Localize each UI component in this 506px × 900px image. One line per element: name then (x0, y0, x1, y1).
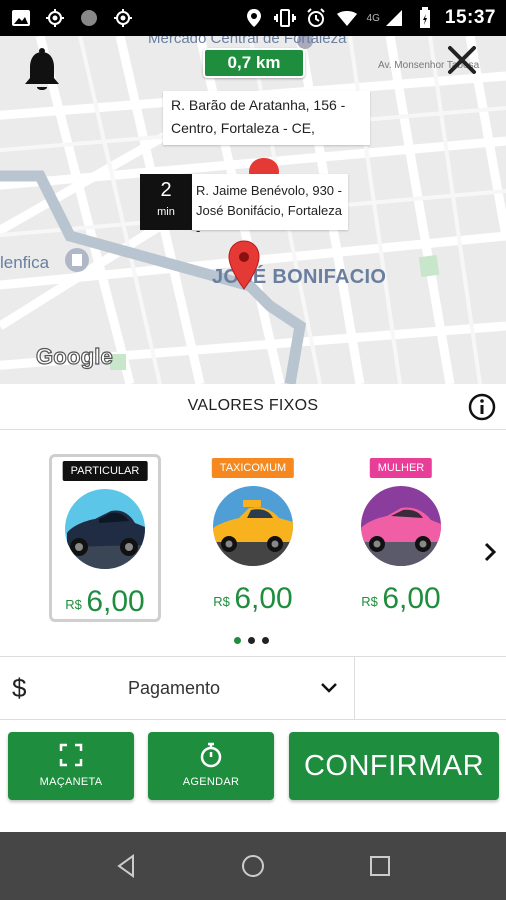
distance-badge: 0,7 km (203, 48, 305, 78)
home-icon[interactable] (239, 852, 267, 880)
vehicle-label: MULHER (369, 458, 433, 478)
fixed-prices-header: VALORES FIXOS (0, 384, 506, 430)
vehicle-carousel[interactable]: PARTICULAR R$ 6,00 TAXICOMUM R$ 6,00 MUL… (0, 430, 506, 656)
clock: 15:37 (444, 7, 496, 28)
pickup-address-label: R. Barão de Aratanha, 156 - Centro, Fort… (163, 91, 370, 145)
info-icon[interactable] (467, 392, 497, 422)
taxi-icon (213, 486, 293, 566)
vehicle-label: TAXICOMUM (211, 458, 295, 478)
handle-button-label: MAÇANETA (39, 776, 103, 788)
price-value: 6,00 (86, 585, 145, 618)
car-pink-icon (361, 486, 441, 566)
vehicle-price: R$ 6,00 (345, 582, 457, 616)
gps-icon-2 (112, 7, 134, 29)
expand-icon (59, 743, 83, 767)
divider (354, 657, 355, 721)
schedule-button[interactable]: AGENDAR (148, 732, 274, 800)
price-value: 6,00 (234, 582, 293, 615)
vehicle-price: R$ 6,00 (52, 585, 158, 619)
destination-address-line1: R. Jaime Benévolo, 930 - (196, 183, 342, 198)
carousel-pagination (234, 637, 269, 644)
payment-selector[interactable]: $ Pagamento (0, 656, 506, 721)
notification-bell-icon[interactable] (22, 48, 62, 94)
map-view[interactable]: Mercado Central de Fortaleza Av. Monsenh… (0, 36, 506, 384)
pagination-dot[interactable] (262, 637, 269, 644)
map-label-neighborhood-left: lenfica (0, 253, 50, 272)
wifi-icon (336, 7, 358, 29)
vehicle-option-mulher[interactable]: MULHER R$ 6,00 (345, 454, 457, 622)
chevron-down-icon[interactable] (320, 681, 338, 695)
destination-address-label: R. Jaime Benévolo, 930 - José Bonifácio,… (192, 174, 348, 238)
dollar-icon: $ (12, 673, 27, 703)
pickup-address-line2: Centro, Fortaleza - CE, (171, 120, 315, 136)
recents-icon[interactable] (366, 852, 394, 880)
circle-icon (78, 7, 100, 29)
vehicle-option-taxicomum[interactable]: TAXICOMUM R$ 6,00 (197, 454, 309, 622)
system-nav-bar (0, 832, 506, 900)
pagination-dot[interactable] (248, 637, 255, 644)
alarm-icon (305, 7, 327, 29)
pagination-dot-active[interactable] (234, 637, 241, 644)
map-label-market: Mercado Central de Fortaleza (148, 36, 347, 47)
app-screen: 4G 15:37 Mercado Central de Fortaleza Av… (0, 0, 506, 900)
status-bar: 4G 15:37 (0, 0, 506, 36)
destination-pin-icon (228, 240, 260, 290)
signal-icon (383, 7, 405, 29)
currency: R$ (361, 594, 378, 609)
vehicle-label: PARTICULAR (62, 461, 148, 481)
vibrate-icon (273, 7, 296, 29)
google-logo: Google (35, 343, 113, 369)
eta-box: 2 min (140, 174, 192, 230)
vehicle-option-particular[interactable]: PARTICULAR R$ 6,00 (49, 454, 161, 622)
section-title: VALORES FIXOS (187, 397, 319, 414)
schedule-button-label: AGENDAR (182, 776, 240, 788)
pickup-address-line1: R. Barão de Aratanha, 156 - (171, 97, 346, 113)
price-value: 6,00 (382, 582, 441, 615)
vehicle-price: R$ 6,00 (197, 582, 309, 616)
car-dark-icon (65, 489, 145, 569)
network-type: 4G (366, 12, 380, 24)
payment-label: Pagamento (128, 678, 221, 698)
eta-unit: min (157, 206, 175, 218)
destination-address-line2: José Bonifácio, Fortaleza - (196, 203, 342, 238)
image-icon (10, 7, 32, 29)
action-bar: MAÇANETA AGENDAR CONFIRMAR (0, 720, 506, 832)
eta-value: 2 (160, 179, 172, 201)
battery-icon (414, 7, 436, 29)
stopwatch-icon (200, 742, 222, 768)
back-icon[interactable] (113, 852, 141, 880)
currency: R$ (213, 594, 230, 609)
location-icon (243, 7, 265, 29)
confirm-button[interactable]: CONFIRMAR (289, 732, 499, 800)
chevron-right-icon[interactable] (480, 540, 500, 564)
currency: R$ (65, 597, 82, 612)
close-icon[interactable] (446, 44, 478, 76)
handle-button[interactable]: MAÇANETA (8, 732, 134, 800)
gps-icon (44, 7, 66, 29)
